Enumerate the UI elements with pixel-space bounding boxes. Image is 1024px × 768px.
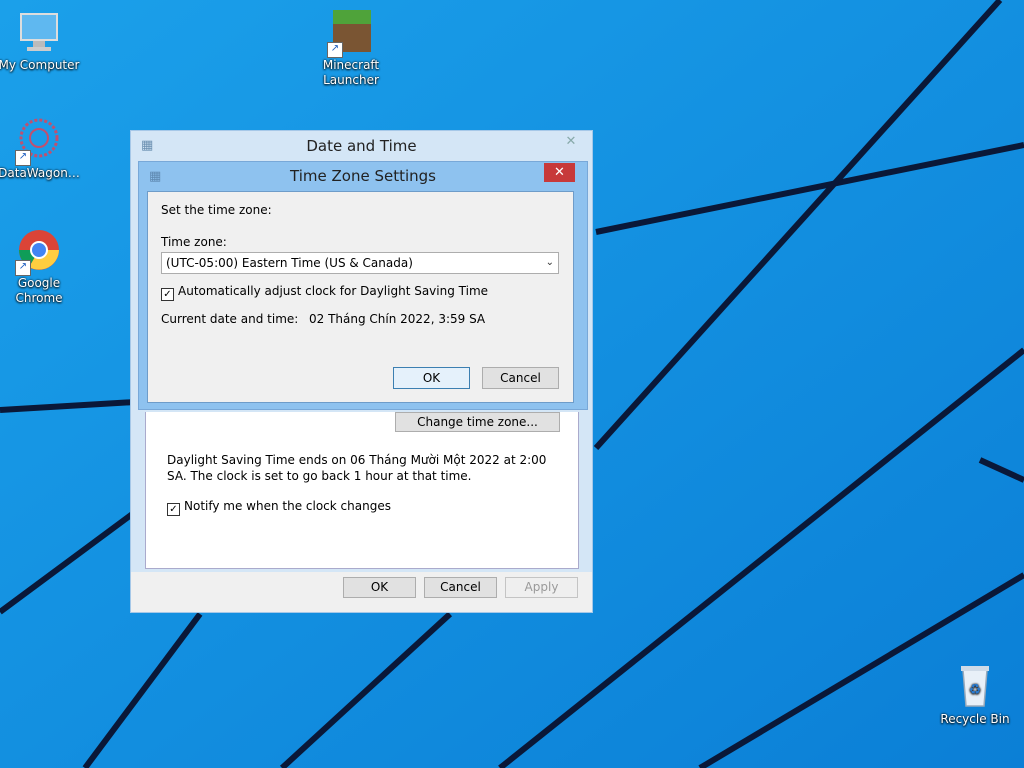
- recycle-bin-icon: ♻: [951, 662, 999, 710]
- desktop-icon-label: My Computer: [0, 58, 80, 72]
- ok-button[interactable]: OK: [393, 367, 470, 389]
- apply-button[interactable]: Apply: [505, 577, 578, 598]
- desktop-icon-datawagon[interactable]: ↗ DataWagon…: [0, 116, 81, 181]
- minecraft-icon: ↗: [327, 8, 375, 58]
- notify-checkbox[interactable]: ✓: [167, 503, 180, 516]
- datawagon-icon: ↗: [15, 116, 63, 166]
- desktop-icon-recycle-bin[interactable]: ♻ Recycle Bin: [933, 662, 1017, 727]
- notify-checkbox-row[interactable]: ✓ Notify me when the clock changes: [167, 499, 391, 516]
- computer-icon: [15, 8, 63, 56]
- auto-dst-checkbox[interactable]: ✓: [161, 288, 174, 301]
- time-zone-content: Set the time zone: Time zone: (UTC-05:00…: [147, 191, 574, 403]
- desktop-icon-chrome[interactable]: ↗ Google Chrome: [0, 226, 81, 306]
- window-title: Time Zone Settings: [290, 167, 436, 185]
- shortcut-arrow-icon: ↗: [327, 42, 343, 58]
- desktop-icon-label: DataWagon…: [0, 166, 80, 180]
- desktop-icon-minecraft[interactable]: ↗ Minecraft Launcher: [309, 8, 393, 88]
- time-zone-settings-window: ▦ Time Zone Settings ✕ Set the time zone…: [138, 161, 588, 410]
- time-zone-label: Time zone:: [161, 235, 227, 249]
- set-time-zone-label: Set the time zone:: [161, 203, 272, 217]
- notify-label: Notify me when the clock changes: [184, 499, 391, 513]
- dst-notice-text: Daylight Saving Time ends on 06 Tháng Mư…: [167, 453, 547, 483]
- current-date-time-label: Current date and time:: [161, 312, 299, 326]
- close-button[interactable]: ✕: [544, 163, 575, 182]
- date-time-tab-panel: Change time zone... Daylight Saving Time…: [145, 412, 579, 569]
- time-zone-value: (UTC-05:00) Eastern Time (US & Canada): [166, 256, 413, 270]
- chevron-down-icon: ⌄: [545, 257, 554, 268]
- desktop-icon-label: Minecraft Launcher: [322, 58, 380, 87]
- ok-button[interactable]: OK: [343, 577, 416, 598]
- change-time-zone-button[interactable]: Change time zone...: [395, 412, 560, 432]
- chrome-icon: ↗: [15, 226, 63, 276]
- auto-dst-label: Automatically adjust clock for Daylight …: [178, 284, 489, 298]
- cancel-button[interactable]: Cancel: [424, 577, 497, 598]
- window-title: Date and Time: [306, 137, 417, 155]
- shortcut-arrow-icon: ↗: [15, 260, 31, 276]
- shortcut-arrow-icon: ↗: [15, 150, 31, 166]
- desktop-icon-my-computer[interactable]: My Computer: [0, 8, 81, 73]
- current-date-time-value: 02 Tháng Chín 2022, 3:59 SA: [309, 312, 486, 326]
- dialog-footer: OK Cancel Apply: [131, 572, 592, 612]
- close-button[interactable]: ✕: [558, 133, 584, 151]
- desktop-icon-label: Google Chrome: [15, 276, 63, 305]
- cancel-button[interactable]: Cancel: [482, 367, 559, 389]
- desktop-icon-label: Recycle Bin: [940, 712, 1010, 726]
- time-zone-dropdown[interactable]: (UTC-05:00) Eastern Time (US & Canada) ⌄: [161, 252, 559, 274]
- auto-dst-row[interactable]: ✓ Automatically adjust clock for Daylight…: [161, 284, 488, 301]
- svg-text:♻: ♻: [969, 682, 982, 698]
